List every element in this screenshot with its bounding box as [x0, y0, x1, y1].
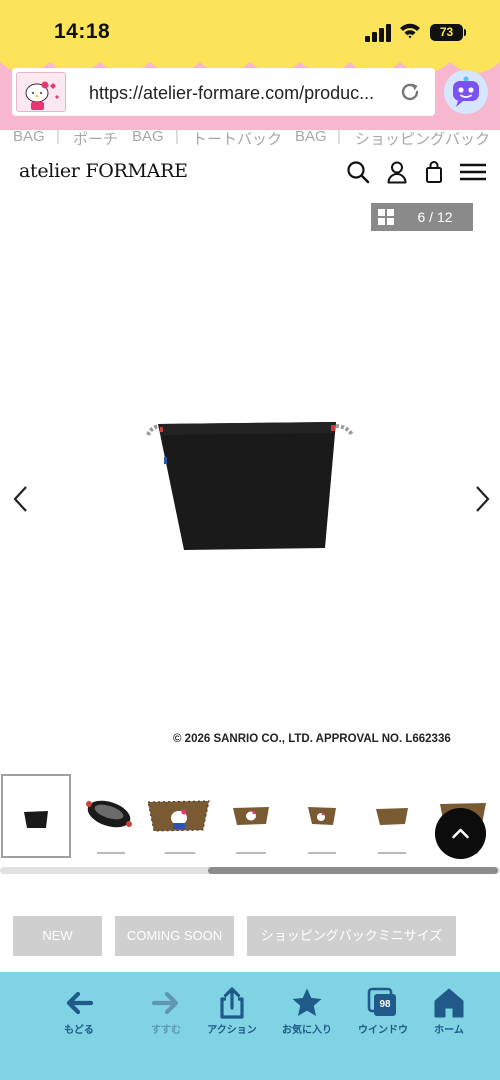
scroll-to-top-button[interactable]: [435, 808, 486, 859]
breadcrumb-separator: |: [337, 128, 341, 145]
thumbnail[interactable]: [218, 774, 288, 858]
menu-icon[interactable]: [459, 160, 487, 184]
breadcrumb: BAG | ポーチ BAG | トートバック BAG | ショッピングバック: [0, 128, 500, 148]
phone-screen: 14:18 73 https://atelier-formare.com/pro…: [0, 0, 500, 1080]
copyright-notice: © 2026 SANRIO CO., LTD. APPROVAL NO. L66…: [173, 733, 451, 745]
forward-button[interactable]: すすむ: [131, 987, 201, 1037]
thumbnail[interactable]: [288, 774, 358, 858]
ai-assistant-icon[interactable]: [444, 70, 488, 114]
cart-icon[interactable]: [422, 160, 446, 184]
battery-level: 73: [430, 24, 463, 41]
cellular-signal-icon: [365, 24, 391, 42]
image-counter[interactable]: 6 / 12: [371, 203, 473, 231]
breadcrumb-separator: |: [56, 128, 60, 145]
share-icon: [220, 987, 244, 1019]
thumbnail[interactable]: [145, 774, 215, 858]
breadcrumb-item[interactable]: BAG: [132, 128, 164, 145]
back-label: もどる: [64, 1025, 94, 1036]
next-image-arrow[interactable]: [474, 484, 492, 514]
thumbnail-scrollbar-thumb[interactable]: [208, 867, 498, 874]
home-icon: [434, 988, 464, 1018]
breadcrumb-item[interactable]: BAG: [295, 128, 327, 145]
search-icon[interactable]: [346, 160, 370, 184]
window-count: 98: [379, 999, 391, 1010]
previous-image-arrow[interactable]: [11, 484, 29, 514]
site-logo[interactable]: atelier FORMARE: [19, 160, 188, 182]
tag-new[interactable]: NEW: [13, 916, 102, 956]
breadcrumb-separator: |: [175, 128, 179, 145]
action-label: アクション: [207, 1025, 257, 1036]
star-icon: [292, 988, 322, 1016]
thumbnail[interactable]: [1, 774, 71, 858]
action-button[interactable]: アクション: [197, 987, 267, 1037]
account-icon[interactable]: [385, 160, 409, 184]
tag-coming-soon[interactable]: COMING SOON: [115, 916, 234, 956]
breadcrumb-item[interactable]: BAG: [13, 128, 45, 145]
wifi-icon: [400, 23, 420, 39]
hello-kitty-icon: [25, 81, 59, 110]
home-button[interactable]: ホーム: [414, 987, 484, 1037]
breadcrumb-item[interactable]: ショッピングバック: [355, 128, 490, 148]
breadcrumb-item[interactable]: トートバック: [192, 128, 282, 148]
reload-icon[interactable]: [399, 81, 421, 103]
battery-tip: [464, 29, 466, 36]
thumbnail[interactable]: [358, 774, 428, 858]
status-time: 14:18: [54, 20, 111, 43]
tab-thumbnail[interactable]: [16, 72, 66, 112]
thumbnail[interactable]: [75, 774, 145, 858]
breadcrumb-item[interactable]: ポーチ: [73, 128, 118, 148]
windows-button[interactable]: 98 ウインドウ: [348, 987, 418, 1037]
forward-arrow-icon: [151, 991, 179, 1015]
back-button[interactable]: もどる: [44, 987, 114, 1037]
product-image[interactable]: [0, 235, 500, 770]
url-text[interactable]: https://atelier-formare.com/produc...: [89, 83, 389, 104]
back-arrow-icon: [66, 991, 94, 1015]
thumbnail-strip[interactable]: [0, 772, 500, 862]
tag-shopping-bag-mini[interactable]: ショッピングバックミニサイズ: [247, 916, 456, 956]
windows-label: ウインドウ: [358, 1025, 408, 1036]
bookmarks-label: お気に入り: [282, 1025, 332, 1036]
grid-icon: [378, 209, 394, 225]
image-counter-text: 6 / 12: [417, 209, 453, 225]
home-label: ホーム: [434, 1025, 464, 1036]
bookmarks-button[interactable]: お気に入り: [272, 987, 342, 1037]
forward-label: すすむ: [151, 1025, 181, 1036]
